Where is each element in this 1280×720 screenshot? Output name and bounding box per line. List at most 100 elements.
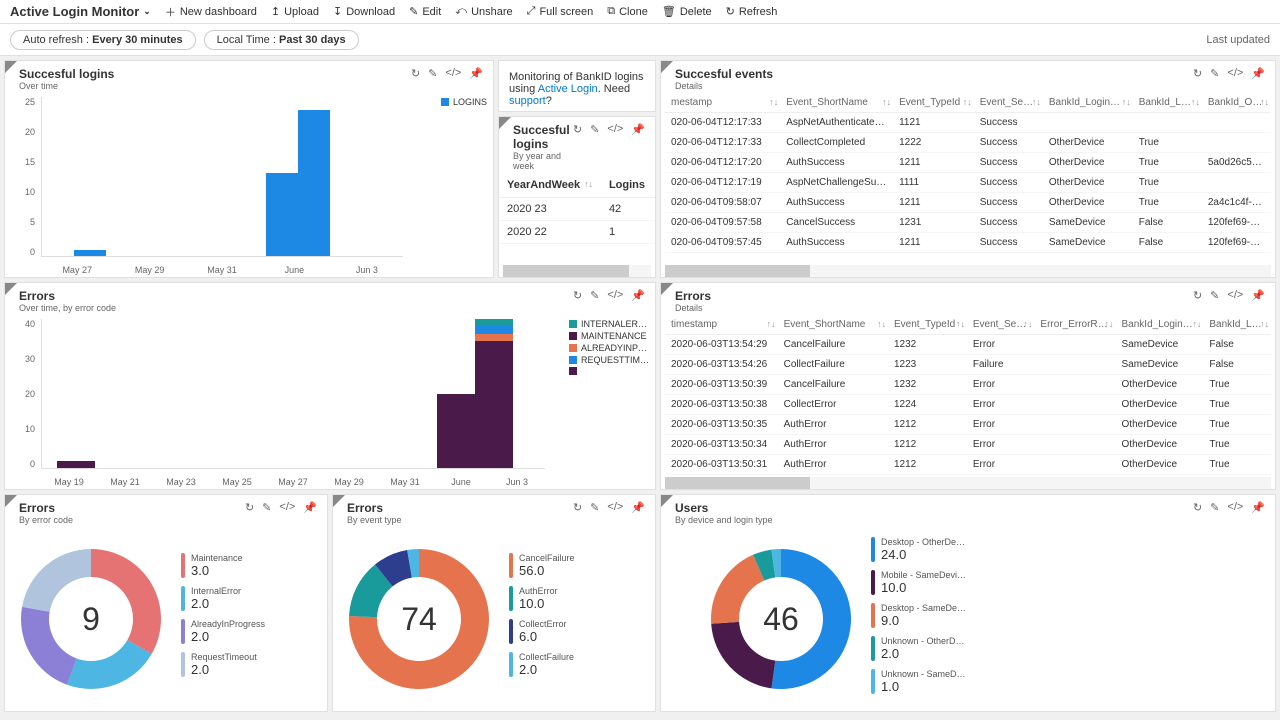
upload-button[interactable]: ↥Upload <box>271 5 319 18</box>
table-row[interactable]: 2020-06-03T13:50:35AuthError1212ErrorOth… <box>665 415 1271 435</box>
code-icon[interactable]: </> <box>279 501 295 514</box>
table-row[interactable]: 020-06-04T12:17:19AspNetChallengeSucc…11… <box>665 173 1271 193</box>
code-icon[interactable]: </> <box>607 501 623 514</box>
col-header[interactable]: BankId_OrderRef↑↓ <box>1202 93 1271 113</box>
col-yearweek[interactable]: YearAndWeek↑↓ <box>499 173 601 198</box>
edit-button[interactable]: ✎Edit <box>409 5 441 18</box>
legend-item[interactable]: InternalError2.0 <box>181 586 321 611</box>
col-header[interactable]: Event_Severity↑↓ <box>974 93 1043 113</box>
legend-item[interactable]: AlreadyInProgress2.0 <box>181 619 321 644</box>
table-row[interactable]: 2020-06-03T13:54:26CollectFailure1223Fai… <box>665 355 1271 375</box>
col-header[interactable]: mestamp↑↓ <box>665 93 780 113</box>
resize-corner-icon[interactable] <box>333 495 345 507</box>
legend-item[interactable]: Unknown - OtherD…2.0 <box>871 636 1269 661</box>
legend-item[interactable]: Desktop - OtherDe…24.0 <box>871 537 1269 562</box>
unshare-button[interactable]: ⤺Unshare <box>455 5 512 18</box>
table-row[interactable]: 2020-06-03T13:50:39CancelFailure1232Erro… <box>665 375 1271 395</box>
bar[interactable] <box>475 319 513 326</box>
table-row[interactable]: 2020-06-03T13:50:31AuthError1212ErrorOth… <box>665 455 1271 475</box>
refresh-button[interactable]: ↻Refresh <box>726 5 778 18</box>
bar[interactable] <box>74 250 106 256</box>
pencil-icon[interactable]: ✎ <box>590 123 599 136</box>
code-icon[interactable]: </> <box>1227 501 1243 514</box>
pencil-icon[interactable]: ✎ <box>428 67 437 80</box>
table-row[interactable]: 020-06-04T12:17:20AuthSuccess1211Success… <box>665 153 1271 173</box>
resize-corner-icon[interactable] <box>5 495 17 507</box>
resize-corner-icon[interactable] <box>5 61 17 73</box>
dashboard-title[interactable]: Active Login Monitor ⌄ <box>10 4 151 19</box>
code-icon[interactable]: </> <box>1227 67 1243 80</box>
refresh-icon[interactable]: ↻ <box>573 123 582 136</box>
donut-chart[interactable]: 46 <box>701 539 861 699</box>
pin-icon[interactable]: 📌 <box>631 501 645 514</box>
delete-button[interactable]: 🗑Delete <box>662 5 712 18</box>
col-header[interactable]: Event_ShortName↑↓ <box>780 93 893 113</box>
col-header[interactable]: Event_TypeId↑↓ <box>888 315 967 335</box>
resize-corner-icon[interactable] <box>661 495 673 507</box>
pin-icon[interactable]: 📌 <box>303 501 317 514</box>
pencil-icon[interactable]: ✎ <box>1210 289 1219 302</box>
bar[interactable] <box>475 326 513 333</box>
support-link[interactable]: support <box>509 95 546 107</box>
resize-corner-icon[interactable] <box>499 117 511 129</box>
scrollbar[interactable] <box>665 265 1271 277</box>
col-header[interactable]: Event_TypeId↑↓ <box>893 93 974 113</box>
legend-item[interactable]: Mobile - SameDevi…10.0 <box>871 570 1269 595</box>
col-header[interactable]: Event_Severity↑↓ <box>967 315 1035 335</box>
col-header[interactable]: Event_ShortName↑↓ <box>778 315 888 335</box>
col-header[interactable]: BankId_LoginOpti…↑↓ <box>1133 93 1202 113</box>
bar[interactable] <box>298 110 330 256</box>
pin-icon[interactable]: 📌 <box>1251 289 1265 302</box>
bar[interactable] <box>475 341 513 468</box>
download-button[interactable]: ↧Download <box>333 5 395 18</box>
table-row[interactable]: 020-06-04T09:57:58CancelSuccess1231Succe… <box>665 213 1271 233</box>
code-icon[interactable]: </> <box>607 289 623 302</box>
autorefresh-pill[interactable]: Auto refresh : Every 30 minutes <box>10 30 196 50</box>
fullscreen-button[interactable]: ⤢Full screen <box>527 5 594 18</box>
refresh-icon[interactable]: ↻ <box>573 501 582 514</box>
refresh-icon[interactable]: ↻ <box>573 289 582 302</box>
legend-item[interactable]: Maintenance3.0 <box>181 553 321 578</box>
legend-item[interactable]: Unknown - SameD…1.0 <box>871 669 1269 694</box>
pencil-icon[interactable]: ✎ <box>1210 501 1219 514</box>
pin-icon[interactable]: 📌 <box>469 67 483 80</box>
table-row[interactable]: 020-06-04T09:57:45AuthSuccess1211Success… <box>665 233 1271 253</box>
pin-icon[interactable]: 📌 <box>631 123 645 136</box>
legend-item[interactable]: CancelFailure56.0 <box>509 553 649 578</box>
col-header[interactable]: timestamp↑↓ <box>665 315 778 335</box>
legend-item[interactable]: Desktop - SameDe…9.0 <box>871 603 1269 628</box>
new-dashboard-button[interactable]: ＋New dashboard <box>165 4 257 20</box>
legend-item[interactable]: CollectError6.0 <box>509 619 649 644</box>
pencil-icon[interactable]: ✎ <box>262 501 271 514</box>
localtime-pill[interactable]: Local Time : Past 30 days <box>204 30 359 50</box>
table-row[interactable]: 2020-06-03T13:54:29CancelFailure1232Erro… <box>665 335 1271 355</box>
legend-item[interactable]: AuthError10.0 <box>509 586 649 611</box>
table-row[interactable]: 2020-06-03T13:50:34AuthError1212ErrorOth… <box>665 435 1271 455</box>
col-header[interactable]: Error_ErrorReason↑↓ <box>1034 315 1115 335</box>
refresh-icon[interactable]: ↻ <box>1193 67 1202 80</box>
bar[interactable] <box>57 461 95 468</box>
legend-item[interactable]: RequestTimeout2.0 <box>181 652 321 677</box>
code-icon[interactable]: </> <box>1227 289 1243 302</box>
pin-icon[interactable]: 📌 <box>1251 501 1265 514</box>
legend-item[interactable]: CollectFailure2.0 <box>509 652 649 677</box>
resize-corner-icon[interactable] <box>5 283 17 295</box>
bar[interactable] <box>437 394 475 469</box>
pin-icon[interactable]: 📌 <box>631 289 645 302</box>
col-logins[interactable]: Logins <box>601 173 655 198</box>
col-header[interactable]: BankId_LoginOpti…↑↓ <box>1043 93 1133 113</box>
table-row[interactable]: 2020 221 <box>499 221 655 244</box>
refresh-icon[interactable]: ↻ <box>411 67 420 80</box>
pencil-icon[interactable]: ✎ <box>1210 67 1219 80</box>
clone-button[interactable]: ⧉Clone <box>607 5 648 18</box>
resize-corner-icon[interactable] <box>661 61 673 73</box>
scrollbar[interactable] <box>665 477 1271 489</box>
code-icon[interactable]: </> <box>607 123 623 136</box>
table-row[interactable]: 2020-06-03T13:50:38CollectError1224Error… <box>665 395 1271 415</box>
code-icon[interactable]: </> <box>445 67 461 80</box>
pencil-icon[interactable]: ✎ <box>590 501 599 514</box>
active-login-link[interactable]: Active Login <box>538 83 598 95</box>
donut-chart[interactable]: 74 <box>339 539 499 699</box>
table-row[interactable]: 020-06-04T12:17:33AspNetAuthenticateSu…1… <box>665 113 1271 133</box>
bar[interactable] <box>266 173 298 256</box>
